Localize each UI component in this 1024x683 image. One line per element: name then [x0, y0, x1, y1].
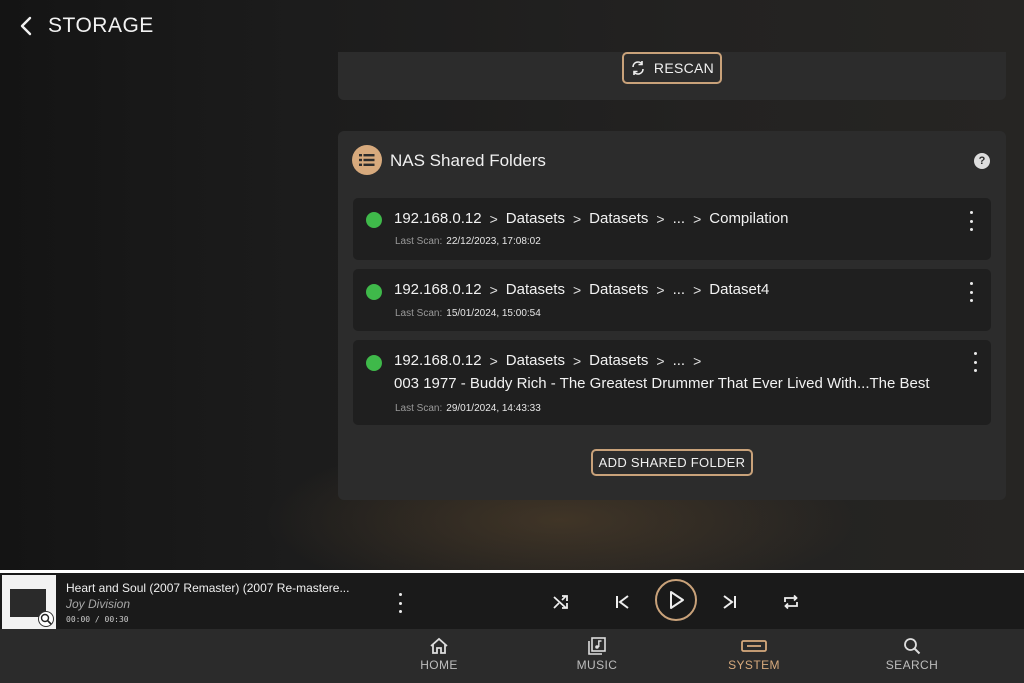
path-ellipsis: ... — [672, 210, 686, 227]
section-title: NAS Shared Folders — [390, 151, 546, 170]
folder-path: 192.168.0.12 > Datasets > Datasets > ... > C… — [394, 210, 789, 227]
more-options-icon[interactable] — [965, 211, 977, 231]
path-ip: 192.168.0.12 — [394, 281, 482, 298]
status-online-indicator — [366, 355, 382, 371]
path-segment: Datasets — [589, 210, 649, 227]
path-ip: 192.168.0.12 — [394, 210, 482, 227]
track-time: 00:00 / 00:30 — [66, 615, 129, 624]
shuffle-icon[interactable] — [549, 590, 573, 614]
rescan-button[interactable]: RESCAN — [622, 52, 722, 84]
folder-path: 192.168.0.12 > Datasets > Datasets > ... > — [394, 352, 702, 369]
nav-system[interactable]: SYSTEM — [714, 637, 794, 672]
track-options-icon[interactable] — [394, 593, 406, 613]
music-library-icon — [588, 637, 606, 655]
last-scan: Last Scan: 29/01/2024, 14:43:33 — [395, 403, 541, 414]
previous-track-icon[interactable] — [610, 590, 634, 614]
shared-folder-item[interactable]: 192.168.0.12 > Datasets > Datasets > ... > D… — [353, 269, 991, 331]
nav-search[interactable]: SEARCH — [872, 637, 952, 672]
path-leaf: 003 1977 - Buddy Rich - The Greatest Dru… — [394, 375, 930, 392]
shared-folder-item[interactable]: 192.168.0.12 > Datasets > Datasets > ... > C… — [353, 198, 991, 260]
header: STORAGE — [18, 10, 154, 42]
status-online-indicator — [366, 284, 382, 300]
nav-music-label: MUSIC — [576, 658, 618, 672]
path-ip: 192.168.0.12 — [394, 352, 482, 369]
path-segment: Datasets — [589, 352, 649, 369]
nas-shared-folders-card: NAS Shared Folders ? 192.168.0.12 > Datas… — [338, 131, 1006, 500]
more-options-icon[interactable] — [965, 282, 977, 302]
path-ellipsis: ... — [672, 352, 686, 369]
path-ellipsis: ... — [672, 281, 686, 298]
repeat-icon[interactable] — [779, 590, 803, 614]
next-track-icon[interactable] — [718, 590, 742, 614]
path-segment: Datasets — [505, 281, 565, 298]
last-scan: Last Scan: 15/01/2024, 15:00:54 — [395, 308, 541, 319]
path-leaf: Compilation — [709, 210, 789, 227]
path-segment: Datasets — [589, 281, 649, 298]
nav-music[interactable]: MUSIC — [557, 637, 637, 672]
system-icon — [741, 640, 767, 652]
last-scan-time: 15/01/2024, 15:00:54 — [446, 308, 541, 319]
zoom-icon[interactable] — [38, 611, 54, 627]
rescan-card: RESCAN — [338, 52, 1006, 100]
path-segment: Datasets — [505, 352, 565, 369]
play-icon — [670, 591, 684, 609]
status-online-indicator — [366, 212, 382, 228]
add-shared-folder-button[interactable]: ADD SHARED FOLDER — [591, 449, 753, 476]
track-title: Heart and Soul (2007 Remaster) (2007 Re-… — [66, 581, 350, 595]
play-button[interactable] — [655, 579, 697, 621]
path-segment: Datasets — [505, 210, 565, 227]
refresh-icon — [632, 61, 644, 75]
page-title: STORAGE — [48, 14, 154, 37]
nav-system-label: SYSTEM — [728, 658, 780, 672]
help-icon[interactable]: ? — [974, 153, 990, 169]
list-icon — [352, 145, 382, 175]
rescan-label: RESCAN — [653, 60, 715, 76]
last-scan-time: 29/01/2024, 14:43:33 — [446, 403, 541, 414]
now-playing-bar: Heart and Soul (2007 Remaster) (2007 Re-… — [0, 570, 1024, 629]
bottom-navigation: HOME MUSIC SYSTEM SEARCH — [0, 629, 1024, 683]
search-icon — [904, 638, 921, 655]
last-scan: Last Scan: 22/12/2023, 17:08:02 — [395, 236, 541, 247]
album-art[interactable] — [2, 575, 56, 629]
last-scan-time: 22/12/2023, 17:08:02 — [446, 236, 541, 247]
home-icon — [430, 637, 448, 654]
folder-path: 192.168.0.12 > Datasets > Datasets > ... > D… — [394, 281, 770, 298]
track-artist: Joy Division — [66, 597, 131, 611]
more-options-icon[interactable] — [969, 352, 981, 372]
shared-folder-item[interactable]: 192.168.0.12 > Datasets > Datasets > ... > 0… — [353, 340, 991, 425]
path-leaf: Dataset4 — [709, 281, 770, 298]
nav-home-label: HOME — [420, 658, 458, 672]
nav-search-label: SEARCH — [885, 658, 939, 672]
back-arrow-icon[interactable] — [18, 16, 34, 36]
nav-home[interactable]: HOME — [399, 637, 479, 672]
